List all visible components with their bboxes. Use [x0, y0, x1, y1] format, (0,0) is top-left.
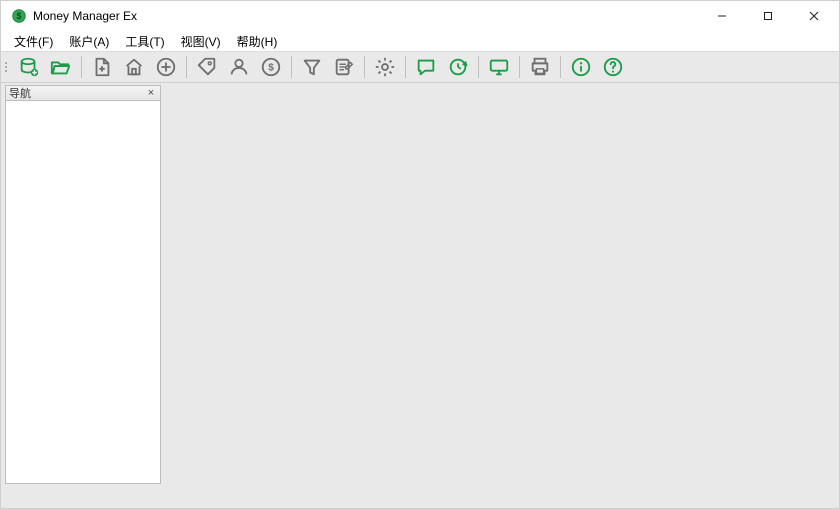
menu-accounts[interactable]: 账户(A) [62, 31, 116, 52]
printer-icon [529, 56, 551, 78]
about-button[interactable] [565, 53, 597, 81]
toolbar-separator [291, 56, 292, 78]
maximize-button[interactable] [745, 1, 791, 31]
monitor-icon [488, 56, 510, 78]
app-icon: $ [11, 8, 27, 24]
file-plus-icon [91, 56, 113, 78]
report-button[interactable] [328, 53, 360, 81]
filter-button[interactable] [296, 53, 328, 81]
toolbar-separator [519, 56, 520, 78]
db-new-button[interactable] [13, 53, 45, 81]
toolbar-separator [186, 56, 187, 78]
comment-icon [415, 56, 437, 78]
navigation-header[interactable]: 导航 × [5, 85, 161, 101]
toolbar: $ [1, 51, 839, 83]
scheduled-button[interactable] [442, 53, 474, 81]
titlebar: $ Money Manager Ex [1, 1, 839, 31]
person-icon [228, 56, 250, 78]
database-new-icon [18, 56, 40, 78]
menu-file[interactable]: 文件(F) [7, 31, 60, 52]
help-icon [602, 56, 624, 78]
info-icon [570, 56, 592, 78]
menubar: 文件(F) 账户(A) 工具(T) 视图(V) 帮助(H) [1, 31, 839, 51]
svg-text:$: $ [16, 11, 21, 21]
close-button[interactable] [791, 1, 837, 31]
new-file-button[interactable] [86, 53, 118, 81]
payee-button[interactable] [223, 53, 255, 81]
notes-button[interactable] [410, 53, 442, 81]
settings-button[interactable] [369, 53, 401, 81]
navigation-title: 导航 [9, 85, 31, 101]
print-button[interactable] [524, 53, 556, 81]
open-button[interactable] [45, 53, 77, 81]
toolbar-separator [478, 56, 479, 78]
svg-text:$: $ [268, 63, 274, 74]
content-area: 导航 × [1, 83, 839, 508]
currency-button[interactable]: $ [255, 53, 287, 81]
clock-refresh-icon [447, 56, 469, 78]
add-button[interactable] [150, 53, 182, 81]
toolbar-separator [364, 56, 365, 78]
home-icon [123, 56, 145, 78]
menu-view[interactable]: 视图(V) [174, 31, 228, 52]
help-button[interactable] [597, 53, 629, 81]
window-controls [699, 1, 837, 31]
edit-list-icon [333, 56, 355, 78]
navigation-tree[interactable] [5, 101, 161, 484]
folder-open-icon [50, 56, 72, 78]
gear-icon [374, 56, 396, 78]
tag-icon [196, 56, 218, 78]
menu-tools[interactable]: 工具(T) [118, 31, 171, 52]
home-button[interactable] [118, 53, 150, 81]
toolbar-separator [560, 56, 561, 78]
main-area [165, 85, 835, 504]
menu-help[interactable]: 帮助(H) [230, 31, 285, 52]
toolbar-separator [81, 56, 82, 78]
toolbar-separator [405, 56, 406, 78]
tag-button[interactable] [191, 53, 223, 81]
currency-icon: $ [260, 56, 282, 78]
window-title: Money Manager Ex [33, 9, 137, 23]
fullscreen-button[interactable] [483, 53, 515, 81]
plus-circle-icon [155, 56, 177, 78]
funnel-icon [301, 56, 323, 78]
panel-close-icon[interactable]: × [144, 86, 158, 100]
navigation-panel: 导航 × [5, 85, 161, 484]
minimize-button[interactable] [699, 1, 745, 31]
toolbar-grip[interactable] [5, 55, 11, 79]
